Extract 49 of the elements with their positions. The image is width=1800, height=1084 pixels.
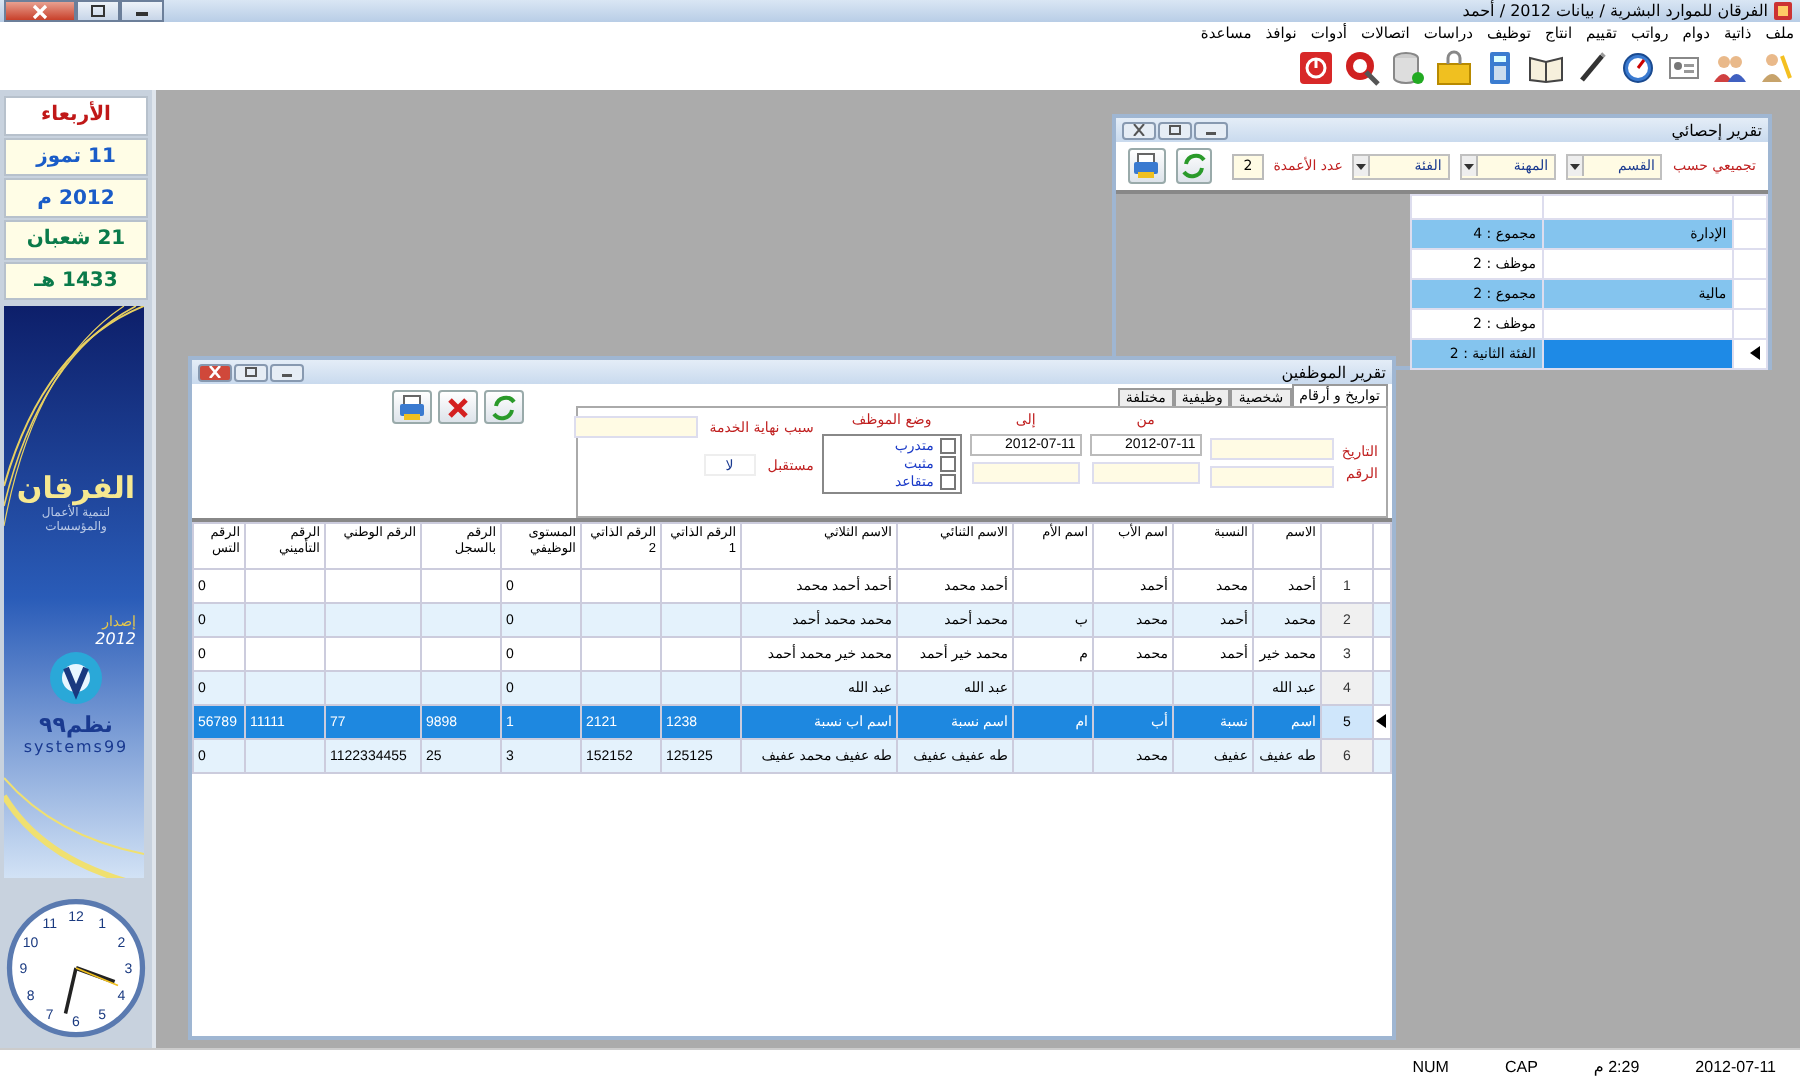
checkbox[interactable] xyxy=(939,456,956,472)
window-title: تقرير الموظفين xyxy=(1281,363,1386,381)
company-name-latin: systems99 xyxy=(23,738,129,757)
company-name: نظم٩٩ xyxy=(39,712,113,739)
refresh-icon xyxy=(1180,152,1209,180)
lock-icon xyxy=(1435,49,1471,85)
maximize-icon xyxy=(90,4,106,18)
database-icon xyxy=(1389,49,1425,85)
checkbox[interactable] xyxy=(939,438,956,454)
status-text: CAP xyxy=(1504,1058,1538,1076)
row-pointer-icon xyxy=(1750,345,1760,359)
close-icon xyxy=(208,366,222,378)
printer-icon xyxy=(398,393,426,421)
power-icon xyxy=(1297,49,1333,85)
restore-icon xyxy=(1168,124,1182,136)
printer-icon xyxy=(1132,152,1161,180)
close-icon xyxy=(446,395,470,419)
to-number-field[interactable] xyxy=(971,462,1080,484)
window-title: تقرير إحصائي xyxy=(1671,121,1762,139)
app-icon xyxy=(1774,2,1792,20)
delete-button[interactable] xyxy=(438,390,478,424)
edition-year: 2012 xyxy=(95,630,136,649)
minimize-button[interactable] xyxy=(1194,121,1228,139)
close-button[interactable] xyxy=(4,0,76,22)
close-button[interactable] xyxy=(1122,121,1156,139)
restore-button[interactable] xyxy=(234,363,268,381)
from-number-field[interactable] xyxy=(1091,462,1200,484)
status-text: NUM xyxy=(1412,1058,1449,1076)
refresh-button[interactable] xyxy=(484,390,524,424)
search-icon xyxy=(1343,49,1379,85)
row-pointer-icon xyxy=(1376,713,1386,727)
print-button[interactable] xyxy=(392,390,432,424)
checkbox[interactable] xyxy=(939,474,956,490)
close-button[interactable] xyxy=(198,363,232,381)
minimize-button[interactable] xyxy=(120,0,164,22)
close-icon xyxy=(1132,124,1146,136)
refresh-icon xyxy=(490,393,518,421)
status-text: 2:29 م xyxy=(1593,1058,1640,1076)
print-button[interactable] xyxy=(1128,148,1166,184)
brand-name: الفرقان xyxy=(16,470,136,507)
person-icon xyxy=(1757,49,1793,85)
maximize-button[interactable] xyxy=(76,0,120,22)
restore-icon xyxy=(244,366,258,378)
window-title: الفرقان للموارد البشرية / بيانات 2012 / أحمد xyxy=(1462,2,1768,20)
compass-icon xyxy=(1619,49,1655,85)
minimize-button[interactable] xyxy=(270,363,304,381)
status-text: 2012-07-11 xyxy=(1695,1058,1776,1076)
refresh-button[interactable] xyxy=(1175,148,1213,184)
restore-button[interactable] xyxy=(1158,121,1192,139)
